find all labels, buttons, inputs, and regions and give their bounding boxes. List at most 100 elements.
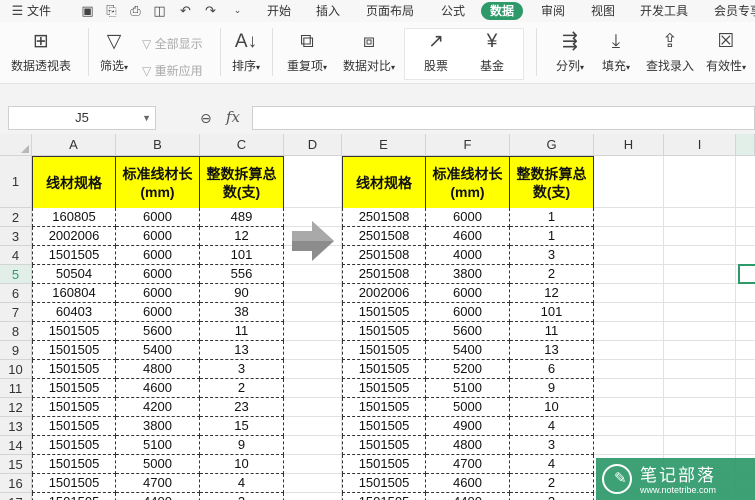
row-header[interactable]: 14: [0, 436, 32, 455]
table-cell[interactable]: 1501505: [342, 493, 426, 500]
table-cell[interactable]: 6000: [116, 246, 200, 265]
hamburger-menu-icon[interactable]: ☰: [10, 3, 25, 18]
table-cell[interactable]: 11: [510, 322, 594, 341]
table-cell[interactable]: 1501505: [342, 474, 426, 493]
table-cell[interactable]: 5200: [426, 360, 510, 379]
table-cell[interactable]: 4600: [426, 474, 510, 493]
table-cell[interactable]: 2: [510, 493, 594, 500]
export-pdf-icon[interactable]: ⎘: [104, 3, 119, 18]
table-cell[interactable]: 3: [200, 360, 284, 379]
table-cell[interactable]: 4: [200, 474, 284, 493]
table-cell[interactable]: 101: [200, 246, 284, 265]
table-cell[interactable]: 5400: [116, 341, 200, 360]
table-cell[interactable]: 4900: [426, 417, 510, 436]
table-cell[interactable]: 1501505: [32, 417, 116, 436]
table-cell[interactable]: 2501508: [342, 246, 426, 265]
table-cell[interactable]: 4600: [116, 379, 200, 398]
tab-developer[interactable]: 开发工具: [640, 3, 688, 19]
data-compare-button[interactable]: ⧈ 数据对比▾: [338, 30, 400, 75]
row-header[interactable]: 12: [0, 398, 32, 417]
show-all-button[interactable]: ▽ 全部显示: [142, 35, 203, 52]
table-cell[interactable]: 2501508: [342, 208, 426, 227]
table-cell[interactable]: 5400: [426, 341, 510, 360]
row-header[interactable]: 17: [0, 493, 32, 500]
table-cell[interactable]: 1501505: [342, 436, 426, 455]
table-cell[interactable]: 1: [510, 208, 594, 227]
quick-access-dropdown-icon[interactable]: ⌄: [230, 3, 245, 18]
table-cell[interactable]: 160805: [32, 208, 116, 227]
table-cell[interactable]: 6000: [426, 208, 510, 227]
table-cell[interactable]: 10: [510, 398, 594, 417]
table-header-cell[interactable]: 整数拆算总数(支): [510, 156, 594, 209]
table-cell[interactable]: 5100: [116, 436, 200, 455]
table-cell[interactable]: 4800: [426, 436, 510, 455]
row-header[interactable]: 9: [0, 341, 32, 360]
redo-icon[interactable]: ↷: [203, 3, 218, 18]
fill-dropdown-icon[interactable]: ▾: [626, 63, 630, 72]
row-header[interactable]: 5: [0, 265, 32, 284]
row-header[interactable]: 16: [0, 474, 32, 493]
table-cell[interactable]: 2501508: [342, 227, 426, 246]
table-header-cell[interactable]: 线材规格: [32, 156, 116, 209]
tab-page-layout[interactable]: 页面布局: [366, 3, 414, 19]
column-header[interactable]: E: [342, 134, 426, 156]
table-cell[interactable]: 1501505: [32, 455, 116, 474]
row-header[interactable]: 3: [0, 227, 32, 246]
table-cell[interactable]: 6000: [426, 303, 510, 322]
table-cell[interactable]: 489: [200, 208, 284, 227]
reapply-button[interactable]: ▽ 重新应用: [142, 62, 203, 79]
table-cell[interactable]: 10: [200, 455, 284, 474]
table-cell[interactable]: 2: [510, 265, 594, 284]
table-cell[interactable]: 1501505: [32, 398, 116, 417]
table-cell[interactable]: 2002006: [342, 284, 426, 303]
fx-icon[interactable]: fx: [226, 108, 240, 126]
column-header[interactable]: C: [200, 134, 284, 156]
column-header[interactable]: A: [32, 134, 116, 156]
name-box[interactable]: J5 ▼: [8, 106, 156, 130]
table-cell[interactable]: 1501505: [342, 322, 426, 341]
table-cell[interactable]: 1501505: [342, 341, 426, 360]
sort-dropdown-icon[interactable]: ▾: [256, 63, 260, 72]
row-header[interactable]: 15: [0, 455, 32, 474]
column-header[interactable]: D: [284, 134, 342, 156]
table-cell[interactable]: 4400: [426, 493, 510, 500]
tab-view[interactable]: 视图: [591, 3, 615, 19]
table-cell[interactable]: 2: [200, 493, 284, 500]
tab-insert[interactable]: 插入: [316, 3, 340, 19]
table-cell[interactable]: 3: [510, 246, 594, 265]
table-cell[interactable]: 4700: [426, 455, 510, 474]
column-header[interactable]: I: [664, 134, 736, 156]
column-header[interactable]: G: [510, 134, 594, 156]
table-cell[interactable]: 6000: [426, 284, 510, 303]
table-cell[interactable]: 4400: [116, 493, 200, 500]
zoom-search-icon[interactable]: ⊖: [200, 110, 212, 127]
print-preview-icon[interactable]: ◫: [152, 3, 167, 18]
table-cell[interactable]: 1501505: [342, 417, 426, 436]
table-cell[interactable]: 1501505: [342, 379, 426, 398]
table-cell[interactable]: 2501508: [342, 265, 426, 284]
table-cell[interactable]: 4700: [116, 474, 200, 493]
tab-member[interactable]: 会员专享: [714, 3, 755, 19]
column-header[interactable]: H: [594, 134, 664, 156]
table-cell[interactable]: 15: [200, 417, 284, 436]
duplicates-dropdown-icon[interactable]: ▾: [323, 63, 327, 72]
table-cell[interactable]: 1501505: [32, 493, 116, 500]
row-header[interactable]: 13: [0, 417, 32, 436]
table-cell[interactable]: 9: [510, 379, 594, 398]
filter-button[interactable]: ▽ 筛选▾: [94, 30, 134, 75]
row-header[interactable]: 11: [0, 379, 32, 398]
table-cell[interactable]: 4: [510, 417, 594, 436]
name-box-dropdown-icon[interactable]: ▼: [142, 107, 151, 129]
table-cell[interactable]: 6000: [116, 227, 200, 246]
table-cell[interactable]: 3800: [426, 265, 510, 284]
table-cell[interactable]: 60403: [32, 303, 116, 322]
table-cell[interactable]: 4800: [116, 360, 200, 379]
table-cell[interactable]: 5600: [426, 322, 510, 341]
table-cell[interactable]: 1501505: [342, 303, 426, 322]
stock-button[interactable]: ↗ 股票: [414, 30, 458, 73]
duplicates-button[interactable]: ⧉ 重复项▾: [280, 30, 334, 75]
table-cell[interactable]: 1501505: [32, 341, 116, 360]
undo-icon[interactable]: ↶: [178, 3, 193, 18]
tab-formulas[interactable]: 公式: [441, 3, 465, 19]
table-cell[interactable]: 13: [200, 341, 284, 360]
